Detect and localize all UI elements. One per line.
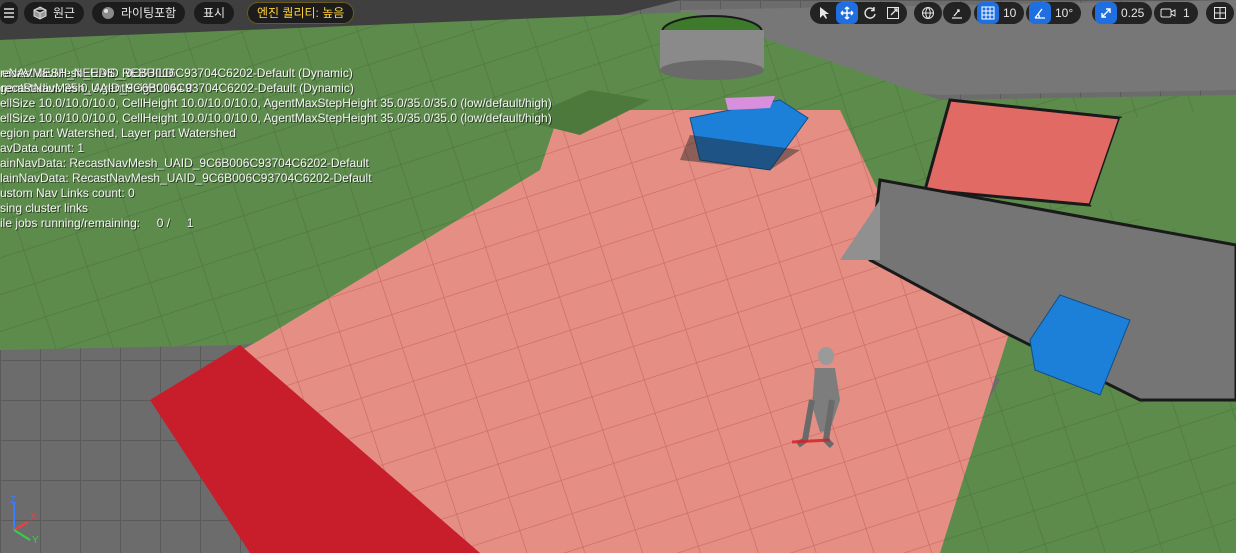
world-local-toggle[interactable] <box>917 2 939 24</box>
scale-snap-value[interactable]: 0.25 <box>1118 2 1149 24</box>
svg-text:Y: Y <box>32 535 39 544</box>
rotate-tool[interactable] <box>859 2 881 24</box>
show-button[interactable]: 표시 <box>194 2 235 24</box>
layout-group <box>1206 2 1234 24</box>
grid-snap-toggle[interactable] <box>977 2 999 24</box>
select-tool[interactable] <box>813 2 835 24</box>
stat-line: recastNavMesh_UAID_9C6B006C93704C6202-De… <box>1 81 354 95</box>
camera-speed-group: 1 <box>1154 2 1198 24</box>
surface-snap-button[interactable] <box>946 2 968 24</box>
sphere-icon <box>102 7 114 19</box>
stat-line: ile jobs running/remaining: 0 / 1 <box>0 216 194 230</box>
scale-tool[interactable] <box>882 2 904 24</box>
layout-icon <box>1214 7 1226 19</box>
show-label: 표시 <box>203 6 226 20</box>
cylinder-bottom <box>660 60 764 80</box>
navmesh-debug-stats: recastNavMesh_UAID_9C6B006C93704C6202-De… <box>0 66 552 291</box>
translate-tool[interactable] <box>836 2 858 24</box>
perspective-button[interactable]: 원근 <box>24 2 85 24</box>
rotation-snap-group: 10° <box>1026 2 1082 24</box>
grid-snap-group: 10 <box>974 2 1025 24</box>
scale-snap-icon <box>1101 8 1111 18</box>
lighting-button[interactable]: 라이팅포함 <box>92 2 186 24</box>
stat-line: ellSize 10.0/10.0/10.0, CellHeight 10.0/… <box>0 96 552 110</box>
lighting-label: 라이팅포함 <box>121 6 177 20</box>
surface-snap-icon <box>952 9 962 19</box>
stat-line: egion part Watershed, Layer part Watersh… <box>0 126 236 140</box>
rotation-snap-value[interactable]: 10° <box>1052 2 1078 24</box>
stat-line: ainNavData: RecastNavMesh_UAID_9C6B006C9… <box>0 156 369 170</box>
cube-icon <box>33 6 47 20</box>
camera-icon <box>1160 8 1176 18</box>
angle-icon <box>1034 8 1045 19</box>
svg-text:Z: Z <box>10 496 16 506</box>
rotation-snap-toggle[interactable] <box>1029 2 1051 24</box>
stat-line: sing cluster links <box>0 201 89 215</box>
svg-text:X: X <box>30 512 37 523</box>
engine-quality-button[interactable]: 엔진 퀄리티: 높음 <box>247 2 355 24</box>
perspective-label: 원근 <box>53 6 76 20</box>
scale-icon <box>887 7 899 19</box>
rotate-icon <box>864 7 876 19</box>
stat-line: lainNavData: RecastNavMesh_UAID_9C6B006C… <box>0 171 372 185</box>
grid-icon <box>981 6 995 20</box>
camera-speed-value[interactable]: 1 <box>1180 2 1195 24</box>
scale-snap-group: 0.25 <box>1092 2 1153 24</box>
move-arrows-icon <box>840 6 854 20</box>
cursor-icon <box>820 7 829 19</box>
grid-snap-value[interactable]: 10 <box>1000 2 1021 24</box>
camera-speed-button[interactable] <box>1157 2 1179 24</box>
level-viewport[interactable]: 원근 라이팅포함 표시 엔진 퀄리티: 높음 10 10° 0.25 1 rec… <box>0 0 1236 553</box>
stat-line: ellSize 10.0/10.0/10.0, CellHeight 10.0/… <box>0 111 552 125</box>
stat-line: avData count: 1 <box>0 141 85 155</box>
menu-button[interactable] <box>0 2 18 24</box>
globe-icon <box>922 7 934 20</box>
stat-line: eNAVMESH_NEEDS_REBUILD <box>2 66 174 80</box>
stat-line: ustom Nav Links count: 0 <box>0 186 135 200</box>
transform-tools <box>810 2 907 24</box>
cube-top-highlight <box>725 96 775 110</box>
coordinate-group <box>914 2 942 24</box>
surface-snap-group <box>943 2 971 24</box>
navmesh-red-ledge <box>923 98 1123 207</box>
hamburger-icon <box>4 8 14 18</box>
viewport-layout-button[interactable] <box>1209 2 1231 24</box>
scale-snap-toggle[interactable] <box>1095 2 1117 24</box>
axis-gizmo: Z X Y <box>10 496 39 544</box>
quality-label: 엔진 퀄리티: 높음 <box>257 6 345 20</box>
